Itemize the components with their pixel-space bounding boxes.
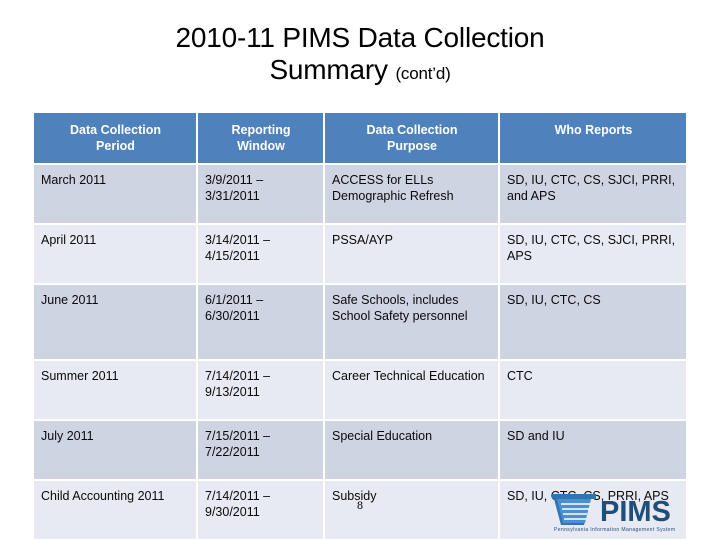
cell-purpose: Safe Schools, includes School Safety per… (325, 285, 500, 361)
column-header-line2: Period (96, 139, 135, 153)
cell-who-reports: SD, IU, CTC, CS (500, 285, 686, 361)
cell-period: April 2011 (34, 225, 198, 285)
table-row: March 2011 3/9/2011 – 3/31/2011 ACCESS f… (34, 165, 686, 225)
cell-who-reports: SD and IU (500, 421, 686, 481)
cell-window: 3/14/2011 – 4/15/2011 (198, 225, 325, 285)
column-header-line2: Purpose (386, 139, 437, 153)
page-title-continued-marker: (cont’d) (395, 64, 451, 83)
page-title-line1: 2010-11 PIMS Data Collection (175, 22, 545, 53)
cell-purpose: Special Education (325, 421, 500, 481)
table-row: April 2011 3/14/2011 – 4/15/2011 PSSA/AY… (34, 225, 686, 285)
table-body: March 2011 3/9/2011 – 3/31/2011 ACCESS f… (34, 165, 686, 539)
cell-period: March 2011 (34, 165, 198, 225)
data-collection-summary-table: Data Collection Period Reporting Window … (34, 113, 686, 539)
column-header-line1: Who Reports (554, 123, 633, 137)
table-row: July 2011 7/15/2011 – 7/22/2011 Special … (34, 421, 686, 481)
page-number: 8 (357, 498, 363, 512)
cell-window: 7/14/2011 – 9/30/2011 (198, 481, 325, 539)
cell-purpose: ACCESS for ELLs Demographic Refresh (325, 165, 500, 225)
pims-logo-mark-icon (552, 494, 596, 525)
page-title-line2: Summary (269, 54, 388, 85)
cell-window: 7/14/2011 – 9/13/2011 (198, 361, 325, 421)
table-header-row: Data Collection Period Reporting Window … (34, 113, 686, 165)
column-header-line1: Reporting (231, 123, 291, 137)
cell-period: June 2011 (34, 285, 198, 361)
cell-window: 7/15/2011 – 7/22/2011 (198, 421, 325, 481)
pims-logo-graphic: PIMS Pennsylvania Information Management… (552, 494, 675, 533)
column-header-line1: Data Collection (366, 123, 458, 137)
pims-logo: PIMS Pennsylvania Information Management… (534, 488, 710, 536)
page-title: 2010-11 PIMS Data Collection Summary (co… (60, 22, 660, 90)
table-row: June 2011 6/1/2011 – 6/30/2011 Safe Scho… (34, 285, 686, 361)
pims-logo-tagline: Pennsylvania Information Management Syst… (554, 527, 675, 533)
cell-who-reports: SD, IU, CTC, CS, SJCI, PRRI, and APS (500, 165, 686, 225)
cell-period: Summer 2011 (34, 361, 198, 421)
column-header-data-collection-purpose: Data Collection Purpose (325, 113, 500, 165)
table-header: Data Collection Period Reporting Window … (34, 113, 686, 165)
data-collection-summary-table-container: Data Collection Period Reporting Window … (34, 113, 686, 539)
column-header-reporting-window: Reporting Window (198, 113, 325, 165)
column-header-line1: Data Collection (70, 123, 161, 137)
column-header-data-collection-period: Data Collection Period (34, 113, 198, 165)
column-header-who-reports: Who Reports (500, 113, 686, 165)
table-row: Summer 2011 7/14/2011 – 9/13/2011 Career… (34, 361, 686, 421)
cell-period: July 2011 (34, 421, 198, 481)
cell-window: 3/9/2011 – 3/31/2011 (198, 165, 325, 225)
pims-logo-wordmark: PIMS (600, 496, 671, 528)
cell-purpose: PSSA/AYP (325, 225, 500, 285)
cell-purpose: Career Technical Education (325, 361, 500, 421)
cell-who-reports: CTC (500, 361, 686, 421)
column-header-line2: Window (237, 139, 285, 153)
cell-period: Child Accounting 2011 (34, 481, 198, 539)
cell-who-reports: SD, IU, CTC, CS, SJCI, PRRI, APS (500, 225, 686, 285)
cell-window: 6/1/2011 – 6/30/2011 (198, 285, 325, 361)
